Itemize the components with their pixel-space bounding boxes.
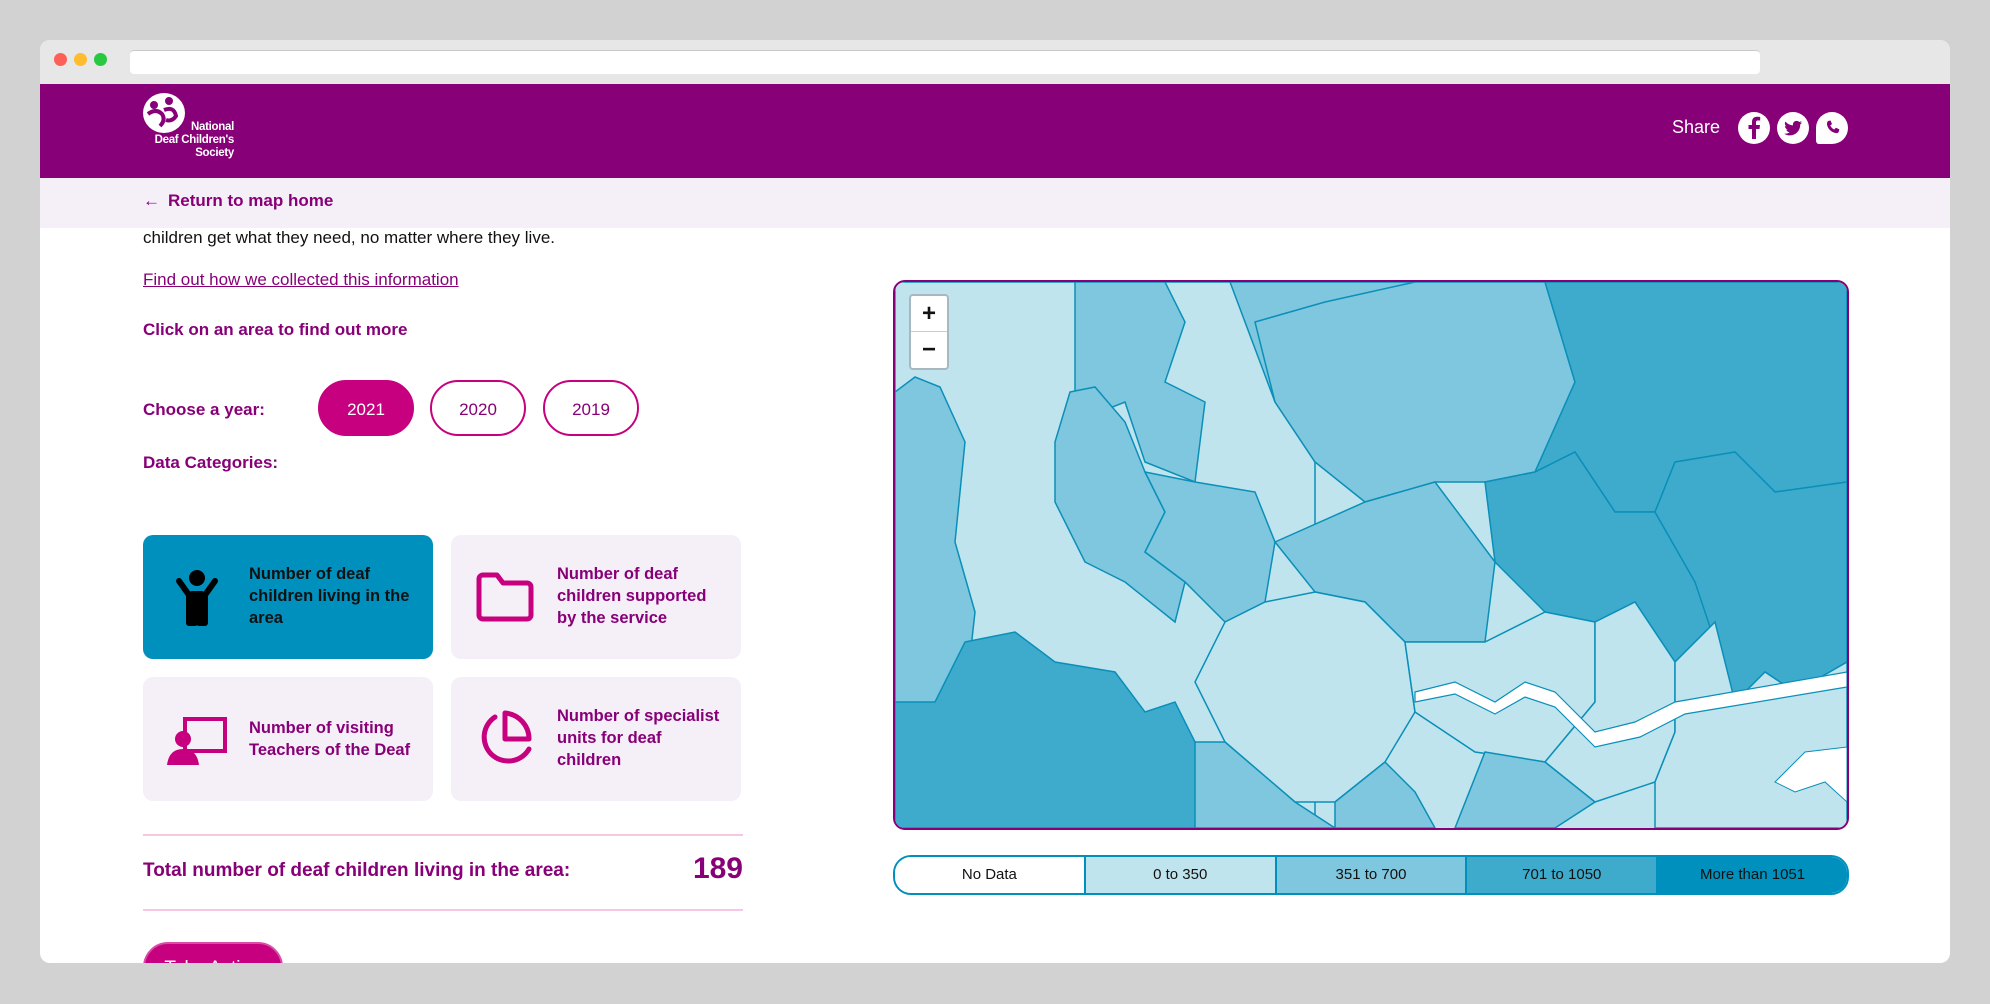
total-value: 189 bbox=[692, 852, 743, 885]
zoom-controls: + − bbox=[909, 294, 949, 370]
facebook-icon bbox=[1748, 116, 1761, 139]
divider bbox=[143, 834, 743, 836]
logo-text: National Deaf Children's Society bbox=[150, 121, 235, 160]
twitter-share-button[interactable] bbox=[1777, 112, 1809, 144]
teacher-icon bbox=[167, 717, 227, 765]
category-label: Number of visiting Teachers of the Deaf bbox=[249, 719, 411, 759]
year-label: Choose a year: bbox=[143, 400, 265, 419]
year-button-2020[interactable]: 2020 bbox=[430, 380, 526, 436]
pie-chart-icon bbox=[481, 710, 532, 764]
category-label: Number of specialist units for deaf chil… bbox=[557, 707, 720, 769]
category-label: Number of deaf children living in the ar… bbox=[249, 565, 410, 627]
sub-navigation: ← Return to map home bbox=[40, 178, 1950, 228]
address-bar[interactable] bbox=[130, 50, 1760, 74]
logo-line-1: National bbox=[191, 121, 234, 133]
click-hint: Click on an area to find out more bbox=[143, 320, 408, 339]
total-label: Total number of deaf children living in … bbox=[143, 860, 571, 881]
map-legend: No Data 0 to 350 351 to 700 701 to 1050 … bbox=[893, 855, 1849, 895]
category-card-children-supported[interactable]: Number of deaf children supported by the… bbox=[451, 535, 741, 659]
ndcs-logo[interactable]: National Deaf Children's Society bbox=[142, 92, 242, 172]
data-categories-label: Data Categories: bbox=[143, 453, 279, 472]
intro-text: children get what they need, no matter w… bbox=[143, 228, 556, 247]
year-button-2021[interactable]: 2021 bbox=[318, 380, 414, 436]
arrow-left-icon: ← bbox=[143, 191, 160, 210]
main-content: children get what they need, no matter w… bbox=[40, 228, 1950, 963]
legend-item-351-700: 351 to 700 bbox=[1276, 857, 1468, 893]
legend-item-0-350: 0 to 350 bbox=[1085, 857, 1277, 893]
facebook-share-button[interactable] bbox=[1738, 112, 1770, 144]
choropleth-map[interactable]: + − bbox=[893, 280, 1849, 830]
site-header: National Deaf Children's Society Share bbox=[40, 84, 1950, 178]
method-info-link[interactable]: Find out how we collected this informati… bbox=[143, 270, 459, 290]
twitter-icon bbox=[1784, 120, 1802, 136]
return-to-map-home-link[interactable]: ← Return to map home bbox=[143, 191, 333, 211]
legend-item-no-data: No Data bbox=[895, 857, 1086, 893]
browser-chrome bbox=[40, 40, 1950, 84]
logo-line-2: Deaf Children's bbox=[154, 134, 235, 146]
close-window-button[interactable] bbox=[54, 53, 67, 66]
maximize-window-button[interactable] bbox=[94, 53, 107, 66]
legend-item-701-1050: 701 to 1050 bbox=[1467, 857, 1659, 893]
legend-item-1051-plus: More than 1051 bbox=[1658, 857, 1847, 893]
zoom-in-button[interactable]: + bbox=[911, 296, 947, 332]
whatsapp-icon bbox=[1826, 120, 1840, 134]
year-button-2019[interactable]: 2019 bbox=[543, 380, 639, 436]
divider bbox=[143, 909, 743, 911]
return-label: Return to map home bbox=[168, 191, 334, 210]
logo-line-3: Society bbox=[195, 147, 234, 159]
map-regions[interactable] bbox=[895, 282, 1847, 828]
zoom-out-button[interactable]: − bbox=[911, 332, 947, 368]
category-label: Number of deaf children supported by the… bbox=[557, 565, 707, 627]
category-card-children-living[interactable]: Number of deaf children living in the ar… bbox=[143, 535, 433, 659]
child-icon bbox=[176, 570, 218, 626]
category-card-specialist-units[interactable]: Number of specialist units for deaf chil… bbox=[451, 677, 741, 801]
whatsapp-share-button[interactable] bbox=[1816, 112, 1848, 144]
browser-window: National Deaf Children's Society Share ←… bbox=[40, 40, 1950, 963]
category-card-visiting-teachers[interactable]: Number of visiting Teachers of the Deaf bbox=[143, 677, 433, 801]
minimize-window-button[interactable] bbox=[74, 53, 87, 66]
folder-icon bbox=[476, 572, 534, 622]
share-label: Share bbox=[1671, 117, 1720, 137]
take-action-button[interactable]: Take Action bbox=[143, 942, 283, 963]
